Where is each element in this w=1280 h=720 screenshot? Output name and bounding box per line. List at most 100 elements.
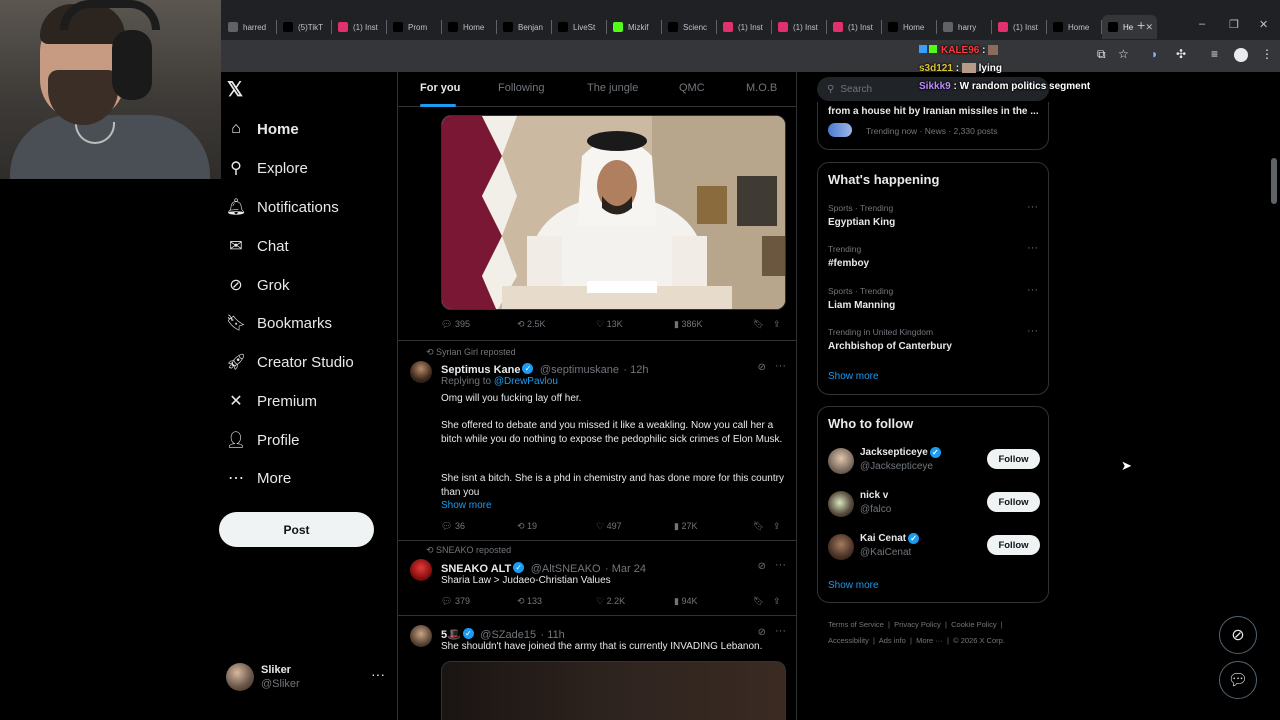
nav-item-more[interactable]: ⋯ More	[227, 464, 291, 492]
browser-tab[interactable]: He ✕	[1102, 15, 1157, 39]
suggested-handle[interactable]: @KaiCenat	[860, 547, 911, 558]
avatar[interactable]	[828, 448, 854, 474]
browser-tab[interactable]: Scienc	[662, 15, 717, 39]
nav-item-home[interactable]: ⌂ Home	[227, 115, 299, 143]
post-more-icon[interactable]: ···	[775, 360, 786, 372]
chat-fab-icon[interactable]: 💬︎	[1219, 661, 1257, 699]
browser-tab[interactable]: Mizkif	[607, 15, 662, 39]
tab-following[interactable]: Following	[498, 82, 544, 94]
suggested-name[interactable]: nick v	[860, 490, 888, 501]
x-logo-icon[interactable]: 𝕏	[227, 80, 247, 100]
footer-link[interactable]: More ···	[916, 636, 943, 645]
suggested-name[interactable]: Kai Cenat ✓	[860, 533, 921, 544]
share-icon[interactable]: ⇪	[773, 319, 781, 330]
post-septimus[interactable]: ⟲ Syrian Girl reposted Septimus Kane ✓ @s…	[398, 341, 796, 541]
post-image[interactable]: 💬︎ 395 ⟲ 2.5K ♡ 13K ▮ 386K 🔖︎ ⇪	[398, 72, 796, 341]
post-button[interactable]: Post	[219, 512, 374, 547]
browser-tab[interactable]: (1) Inst	[332, 15, 387, 39]
browser-tab[interactable]: Prom	[387, 15, 442, 39]
like-button[interactable]: ♡ 497	[596, 521, 622, 532]
close-window-button[interactable]: ✕	[1259, 18, 1268, 31]
browser-tab[interactable]: harry	[937, 15, 992, 39]
follow-suggestion[interactable]: Kai Cenat ✓ @KaiCenat Follow	[828, 533, 1040, 565]
tab-qmc[interactable]: QMC	[679, 82, 705, 94]
extension-icon[interactable]: ◗	[1151, 47, 1158, 61]
nav-item-bookmarks[interactable]: 🔖︎ Bookmarks	[226, 309, 332, 337]
repost-button[interactable]: ⟲ 19	[517, 521, 537, 532]
post-szade[interactable]: 5🎩 ✓ @SZade15 · 11h ⊘ ··· She shouldn't h…	[398, 616, 796, 720]
post-more-icon[interactable]: ···	[775, 559, 786, 571]
install-app-icon[interactable]: ⧉	[1097, 47, 1106, 62]
trend-more-icon[interactable]: ···	[1027, 284, 1038, 296]
bookmark-icon[interactable]: 🔖︎	[753, 319, 764, 330]
scrollbar[interactable]	[1271, 158, 1277, 204]
avatar[interactable]	[410, 559, 432, 581]
trend-item[interactable]: Sports · Trending Egyptian King ···	[828, 201, 1038, 228]
suggested-handle[interactable]: @falco	[860, 504, 891, 515]
avatar[interactable]	[828, 534, 854, 560]
new-tab-button[interactable]: +	[1137, 17, 1145, 33]
follow-button[interactable]: Follow	[987, 535, 1040, 555]
suggested-name[interactable]: Jacksepticeye ✓	[860, 447, 943, 458]
browser-tab[interactable]: Home	[442, 15, 497, 39]
close-tab-icon[interactable]: ✕	[1145, 22, 1153, 33]
views-button[interactable]: ▮ 27K	[674, 521, 697, 532]
browser-tab[interactable]: harred	[222, 15, 277, 39]
show-more-link[interactable]: Show more	[828, 371, 879, 382]
media-control-icon[interactable]: ≡	[1211, 47, 1218, 61]
post-media-image[interactable]	[441, 115, 786, 310]
trend-more-icon[interactable]: ···	[1027, 325, 1038, 337]
show-more-link[interactable]: Show more	[441, 499, 786, 513]
like-button[interactable]: ♡ 2.2K	[596, 596, 625, 607]
nav-item-notifications[interactable]: 🔔︎ Notifications	[226, 193, 339, 221]
account-switcher[interactable]: Sliker @Sliker ···	[226, 660, 386, 694]
like-button[interactable]: ♡ 13K	[596, 319, 623, 330]
trend-item[interactable]: Sports · Trending Liam Manning ···	[828, 284, 1038, 311]
views-button[interactable]: ▮ 94K	[674, 596, 697, 607]
avatar[interactable]	[410, 361, 432, 383]
grok-icon[interactable]: ⊘	[758, 561, 766, 572]
share-icon[interactable]: ⇪	[773, 596, 781, 607]
nav-item-explore[interactable]: ⚲ Explore	[227, 154, 308, 182]
grok-fab-icon[interactable]: ⊘	[1219, 616, 1257, 654]
tab-the-jungle[interactable]: The jungle	[587, 82, 638, 94]
follow-button[interactable]: Follow	[987, 492, 1040, 512]
reply-button[interactable]: 💬︎ 36	[441, 521, 465, 532]
nav-item-creator-studio[interactable]: 🚀︎ Creator Studio	[226, 348, 354, 376]
follow-suggestion[interactable]: nick v @falco Follow	[828, 490, 1040, 522]
share-icon[interactable]: ⇪	[773, 521, 781, 532]
nav-item-profile[interactable]: 👤︎ Profile	[226, 426, 300, 454]
bookmark-icon[interactable]: 🔖︎	[753, 596, 764, 607]
replying-to-link[interactable]: @DrewPavlou	[494, 376, 558, 387]
trend-more-icon[interactable]: ···	[1027, 242, 1038, 254]
post-media-image[interactable]	[441, 661, 786, 720]
reply-button[interactable]: 💬︎ 379	[441, 596, 470, 607]
browser-tab[interactable]: (5)TikT	[277, 15, 332, 39]
post-sneako[interactable]: ⟲ SNEAKO reposted SNEAKO ALT ✓ @AltSNEAKO…	[398, 541, 796, 616]
browser-tab[interactable]: (1) Inst	[772, 15, 827, 39]
avatar[interactable]	[410, 625, 432, 647]
post-more-icon[interactable]: ···	[775, 625, 786, 637]
browser-tab[interactable]: Home	[1047, 15, 1102, 39]
account-more-icon[interactable]: ···	[371, 666, 385, 682]
minimize-button[interactable]: –	[1199, 18, 1205, 30]
extensions-puzzle-icon[interactable]: ✣	[1176, 47, 1186, 61]
avatar[interactable]	[828, 491, 854, 517]
suggested-handle[interactable]: @Jacksepticeye	[860, 461, 933, 472]
browser-tab[interactable]: (1) Inst	[827, 15, 882, 39]
trend-more-icon[interactable]: ···	[1027, 201, 1038, 213]
bookmark-star-icon[interactable]: ☆	[1118, 47, 1129, 61]
repost-button[interactable]: ⟲ 133	[517, 596, 542, 607]
browser-tab[interactable]: Home	[882, 15, 937, 39]
browser-tab[interactable]: (1) Inst	[717, 15, 772, 39]
reply-button[interactable]: 💬︎ 395	[441, 319, 470, 330]
browser-tab[interactable]: (1) Inst	[992, 15, 1047, 39]
nav-item-grok[interactable]: ⊘ Grok	[227, 271, 289, 299]
trend-item[interactable]: Trending #femboy ···	[828, 242, 1038, 269]
grok-icon[interactable]: ⊘	[758, 362, 766, 373]
news-card[interactable]: from a house hit by Iranian missiles in …	[817, 102, 1049, 150]
follow-suggestion[interactable]: Jacksepticeye ✓ @Jacksepticeye Follow	[828, 447, 1040, 479]
follow-button[interactable]: Follow	[987, 449, 1040, 469]
trend-item[interactable]: Trending in United Kingdom Archbishop of…	[828, 325, 1038, 352]
footer-link[interactable]: Accessibility	[828, 636, 869, 645]
